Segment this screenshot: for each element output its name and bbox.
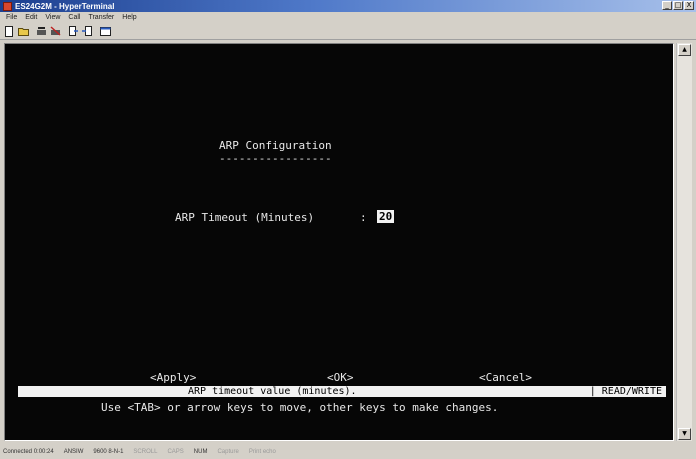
vertical-scrollbar[interactable]: ▲ ▼ xyxy=(676,43,692,441)
menu-help[interactable]: Help xyxy=(122,14,136,21)
field-separator: : xyxy=(360,211,367,224)
page-title: ARP Configuration xyxy=(219,139,332,152)
window-controls: _ □ X xyxy=(662,1,694,10)
scroll-up-icon[interactable]: ▲ xyxy=(678,44,691,56)
port-settings: 9600 8-N-1 xyxy=(93,449,124,455)
menu-file[interactable]: File xyxy=(6,14,17,21)
connection-time: Connected 0:00:24 xyxy=(3,449,54,455)
hyperterminal-window: ES24G2M - HyperTerminal _ □ X File Edit … xyxy=(0,0,696,459)
arp-timeout-label: ARP Timeout (Minutes) xyxy=(175,211,315,224)
menu-transfer[interactable]: Transfer xyxy=(88,14,114,21)
scroll-indicator: SCROLL xyxy=(133,449,158,455)
terminal-status-bar: ARP timeout value (minutes). | READ/WRIT… xyxy=(18,386,666,397)
menu-bar: File Edit View Call Transfer Help xyxy=(0,12,696,23)
hyperterminal-app-icon xyxy=(3,1,12,11)
menu-edit[interactable]: Edit xyxy=(25,14,37,21)
access-mode: | READ/WRITE xyxy=(589,386,662,397)
menu-call[interactable]: Call xyxy=(68,14,80,21)
scroll-down-icon[interactable]: ▼ xyxy=(678,428,691,440)
title-underline: ----------------- xyxy=(219,152,332,165)
field-help-text: ARP timeout value (minutes). xyxy=(188,386,357,397)
maximize-button[interactable]: □ xyxy=(673,1,683,10)
cancel-button[interactable]: <Cancel> xyxy=(479,371,532,384)
properties-icon[interactable] xyxy=(99,25,111,37)
terminal-screen[interactable]: ARP Configuration ----------------- ARP … xyxy=(4,43,674,441)
minimize-button[interactable]: _ xyxy=(662,1,672,10)
open-icon[interactable] xyxy=(17,25,29,37)
new-icon[interactable] xyxy=(3,25,15,37)
disconnect-icon[interactable] xyxy=(49,25,61,37)
num-indicator: NUM xyxy=(193,449,208,455)
navigation-instructions: Use <TAB> or arrow keys to move, other k… xyxy=(101,401,499,414)
close-button[interactable]: X xyxy=(684,1,694,10)
print-echo-indicator: Print echo xyxy=(248,449,276,455)
caps-indicator: CAPS xyxy=(167,449,184,455)
status-bar: Connected 0:00:24 ANSIW 9600 8-N-1 SCROL… xyxy=(0,445,696,459)
title-bar[interactable]: ES24G2M - HyperTerminal _ □ X xyxy=(0,0,696,12)
receive-icon[interactable] xyxy=(81,25,93,37)
toolbar xyxy=(0,23,696,40)
send-icon[interactable] xyxy=(67,25,79,37)
apply-button[interactable]: <Apply> xyxy=(150,371,196,384)
capture-indicator: Capture xyxy=(217,449,239,455)
phone-icon[interactable] xyxy=(35,25,47,37)
menu-view[interactable]: View xyxy=(45,14,60,21)
ok-button[interactable]: <OK> xyxy=(327,371,354,384)
window-title: ES24G2M - HyperTerminal xyxy=(15,1,115,11)
emulation-type: ANSIW xyxy=(63,449,84,455)
arp-timeout-field[interactable]: 20 xyxy=(377,210,395,223)
